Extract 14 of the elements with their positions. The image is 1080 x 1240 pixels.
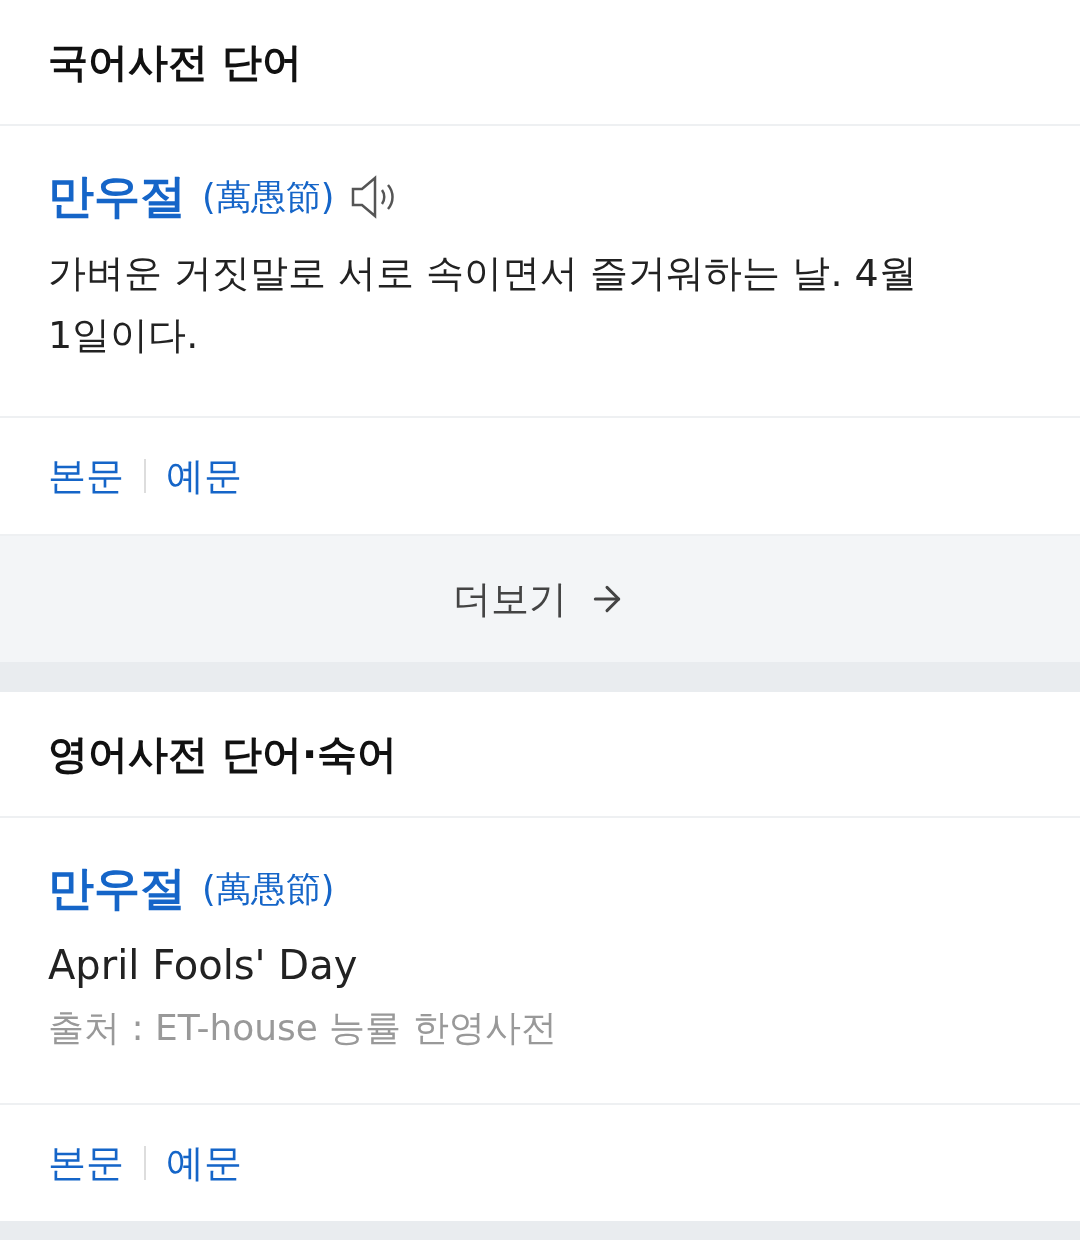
section-title: 영어사전 단어·숙어 (48, 729, 398, 779)
hanja-text: (萬愚節) (202, 175, 335, 219)
headword[interactable]: 만우절 (48, 858, 186, 920)
definition-text: April Fools' Day (48, 941, 359, 990)
entry-link[interactable]: 본문 (48, 450, 124, 502)
hanja-text: (萬愚節) (202, 867, 335, 911)
entry-link[interactable]: 예문 (166, 450, 242, 502)
headword[interactable]: 만우절 (48, 166, 186, 228)
entry-link[interactable]: 예문 (166, 1137, 242, 1189)
more-button[interactable]: 더보기 (0, 534, 1080, 662)
section-title: 국어사전 단어 (48, 37, 302, 87)
definition-text: 가벼운 거짓말로 서로 속이면서 즐거워하는 날. 4월 1일이다. (48, 250, 918, 359)
entry-link[interactable]: 본문 (48, 1137, 124, 1189)
source-text: 출처 : ET-house 능률 한영사전 (48, 1006, 558, 1050)
